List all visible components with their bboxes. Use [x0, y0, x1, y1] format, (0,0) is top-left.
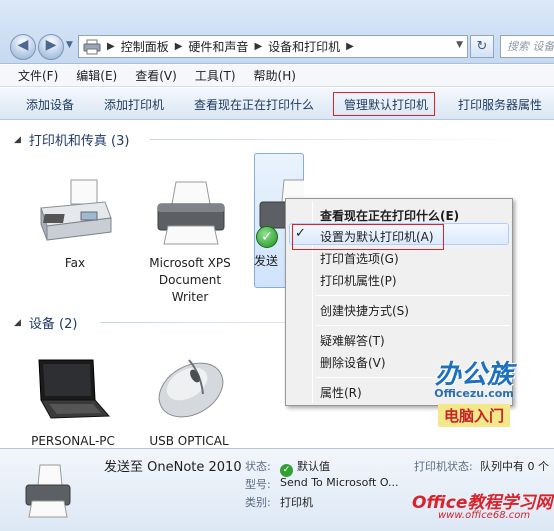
search-input[interactable]: 搜索 设备	[500, 35, 554, 58]
status-label: 状态:	[245, 460, 271, 473]
collapse-triangle-icon[interactable]: ◢	[14, 135, 21, 145]
device-label: Microsoft XPS Document Writer	[145, 255, 235, 306]
fax-icon	[40, 179, 112, 241]
watermark-brand: 办公族	[434, 360, 513, 390]
printer-icon	[25, 464, 71, 518]
watermark-subtitle: 电脑入门	[437, 404, 510, 427]
see-whats-printing-button[interactable]: 查看现在正在打印什么	[194, 96, 314, 113]
menu-separator	[316, 325, 510, 326]
menu-item-properties[interactable]: 属性(R)	[320, 384, 362, 401]
highlight-box	[292, 224, 444, 250]
menu-help[interactable]: 帮助(H)	[245, 67, 305, 84]
breadcrumb-separator-icon[interactable]: ▶	[175, 41, 183, 52]
menu-item-see-printing[interactable]: 查看现在正在打印什么(E)	[320, 207, 459, 224]
model-label: 型号:	[245, 478, 271, 491]
status-value: ✓ 默认值	[280, 458, 330, 477]
device-usb-mouse[interactable]: USB OPTICAL	[144, 354, 234, 450]
category-label: 类别:	[245, 496, 271, 509]
forward-button[interactable]: ▶	[38, 34, 64, 60]
collapse-triangle-icon[interactable]: ◢	[14, 318, 21, 328]
breadcrumb-control-panel[interactable]: 控制面板	[121, 38, 169, 55]
breadcrumb-separator-icon[interactable]: ▶	[346, 41, 354, 52]
watermark-office68: Office教程学习网 www.office68.com	[412, 488, 552, 521]
printers-group-label: 打印机和传真 (3)	[28, 134, 130, 149]
device-label: Fax	[64, 256, 86, 270]
printer-status-value: 队列中有 0 个	[480, 460, 549, 473]
menu-item-create-shortcut[interactable]: 创建快捷方式(S)	[320, 302, 409, 319]
device-personal-pc[interactable]: PERSONAL-PC	[28, 354, 118, 450]
print-server-properties-button[interactable]: 打印服务器属性	[458, 96, 542, 113]
laptop-icon	[38, 359, 111, 419]
watermark-url: Officezu.com	[434, 387, 514, 400]
address-dropdown-icon[interactable]: ▼	[456, 40, 463, 50]
breadcrumb-separator-icon[interactable]: ▶	[254, 41, 262, 52]
recent-pages-dropdown[interactable]: ▼	[66, 40, 73, 50]
address-bar[interactable]: ▶ 控制面板 ▶ 硬件和声音 ▶ 设备和打印机 ▶ ▼	[78, 35, 468, 58]
printer-status-label: 打印机状态:	[414, 460, 473, 473]
menu-tools[interactable]: 工具(T)	[186, 67, 245, 84]
group-divider	[150, 139, 530, 140]
printer-icon	[157, 181, 225, 245]
device-xps-writer[interactable]: Microsoft XPS Document Writer	[145, 178, 235, 306]
back-button[interactable]: ◀	[10, 34, 36, 60]
command-bar: 添加设备 添加打印机 查看现在正在打印什么 管理默认打印机 打印服务器属性	[0, 88, 554, 120]
menu-separator	[316, 295, 510, 296]
menu-bar: 文件(F) 编辑(E) 查看(V) 工具(T) 帮助(H)	[0, 65, 554, 87]
menu-file[interactable]: 文件(F)	[0, 67, 67, 84]
menu-item-remove-device[interactable]: 删除设备(V)	[320, 354, 386, 371]
devices-group-header[interactable]: ◢ 设备 (2)	[14, 313, 77, 332]
status-value-text: 默认值	[297, 460, 330, 473]
breadcrumb-separator-icon[interactable]: ▶	[107, 41, 115, 52]
menu-item-print-preferences[interactable]: 打印首选项(G)	[320, 250, 399, 267]
highlight-box	[333, 92, 435, 116]
default-check-icon: ✓	[256, 226, 278, 248]
breadcrumb-hardware-sound[interactable]: 硬件和声音	[188, 38, 248, 55]
refresh-button[interactable]: ↻	[470, 35, 494, 58]
device-fax[interactable]: Fax	[30, 178, 120, 272]
mouse-icon	[158, 359, 224, 418]
address-toolbar: ◀ ▶ ▼ ▶ 控制面板 ▶ 硬件和声音 ▶ 设备和打印机 ▶ ▼ ↻ 搜索 设…	[0, 0, 554, 64]
selected-device-name: 发送至 OneNote 2010	[104, 460, 242, 475]
category-value: 打印机	[280, 496, 313, 509]
watermark-logo: 办公族 Officezu.com 电脑入门	[424, 360, 524, 427]
refresh-icon: ↻	[476, 39, 488, 54]
device-label-line: Writer	[171, 290, 209, 304]
arrow-right-icon: ▶	[45, 37, 57, 53]
device-label-line: Document	[158, 273, 222, 287]
menu-view[interactable]: 查看(V)	[126, 67, 186, 84]
add-printer-button[interactable]: 添加打印机	[104, 96, 164, 113]
devices-group-label: 设备 (2)	[28, 317, 78, 332]
printers-group-header[interactable]: ◢ 打印机和传真 (3)	[14, 130, 129, 149]
arrow-left-icon: ◀	[17, 37, 29, 53]
printer-folder-icon	[83, 39, 101, 54]
menu-item-troubleshoot[interactable]: 疑难解答(T)	[320, 332, 385, 349]
model-value: Send To Microsoft O...	[280, 476, 399, 489]
menu-item-printer-properties[interactable]: 打印机属性(P)	[320, 272, 397, 289]
breadcrumb-devices-printers[interactable]: 设备和打印机	[268, 38, 340, 55]
menu-edit[interactable]: 编辑(E)	[67, 67, 126, 84]
add-device-button[interactable]: 添加设备	[26, 96, 74, 113]
device-label-line: Microsoft XPS	[149, 256, 231, 270]
